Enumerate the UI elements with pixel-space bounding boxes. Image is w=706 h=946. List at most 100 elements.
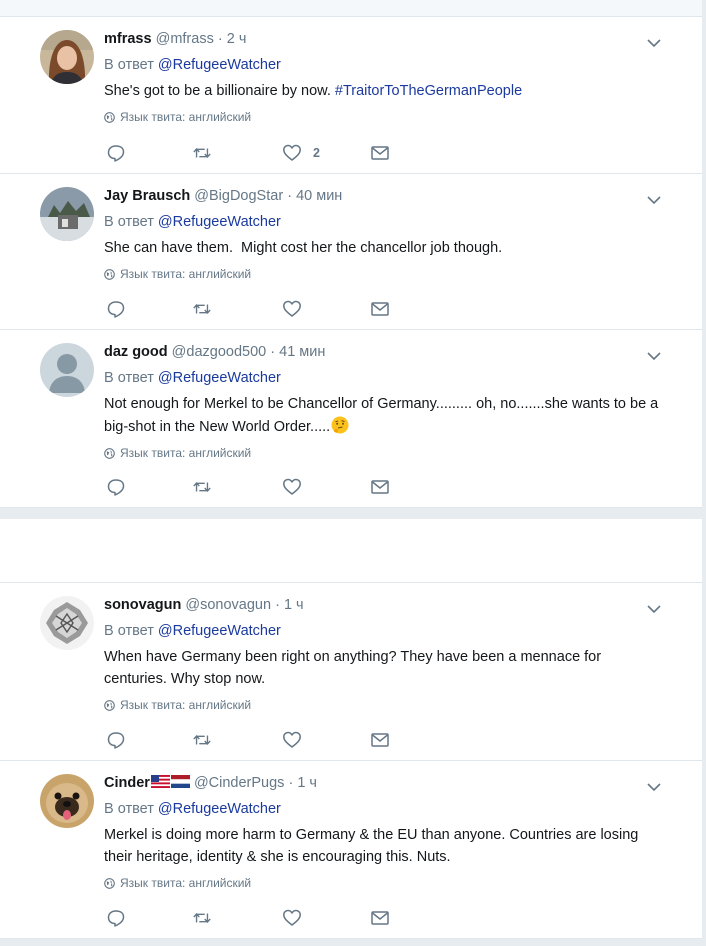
chevron-down-icon[interactable] [646,781,662,793]
envelope-icon [371,480,389,494]
reply-button[interactable] [106,477,126,497]
timestamp[interactable]: 1 ч [297,775,317,791]
globe-icon [104,877,115,889]
mention-link[interactable]: @RefugeeWatcher [158,623,281,639]
tweet-language: Язык твита: английский [104,875,662,891]
avatar[interactable] [40,343,94,397]
mention-link[interactable]: @RefugeeWatcher [158,370,281,386]
user-handle[interactable]: @dazgood500 [172,344,267,360]
reply-button[interactable] [106,730,126,750]
globe-icon [104,268,115,280]
envelope-icon [371,302,389,316]
tweet-daz-good[interactable]: daz good @dazgood500 · 41 мин В ответ @R… [0,330,702,508]
user-handle[interactable]: @BigDogStar [194,188,283,204]
mention-link[interactable]: @RefugeeWatcher [158,57,281,73]
reply-icon [107,910,125,927]
language-label: Язык твита: английский [120,446,252,460]
reply-prefix: В ответ [104,801,154,817]
hashtag-link[interactable]: #TraitorToTheGermanPeople [335,83,522,99]
tweet-text-line: centuries. Why stop now. [104,671,266,687]
tweet-sonovagun[interactable]: sonovagun @sonovagun · 1 ч В ответ @Refu… [0,583,702,761]
tweet-text: Merkel is doing more harm to Germany & t… [104,824,662,868]
retweet-button[interactable] [192,730,212,750]
tweet-actions [104,730,404,750]
tweet-text: She can have them. Might cost her the ch… [104,240,503,256]
tweet-language: Язык твита: английский [104,109,662,125]
reply-icon [107,145,125,162]
retweet-button[interactable] [192,908,212,928]
chevron-down-icon[interactable] [646,603,662,615]
reply-button[interactable] [106,908,126,928]
tweet-language: Язык твита: английский [104,266,662,282]
tweet-language: Язык твита: английский [104,697,662,713]
avatar[interactable] [40,596,94,650]
direct-message-button[interactable] [370,143,390,163]
retweet-button[interactable] [192,299,212,319]
direct-message-button[interactable] [370,299,390,319]
retweet-button[interactable] [192,143,212,163]
scrollbar-track[interactable] [702,0,706,946]
tweet-actions [104,477,404,497]
tweet-header: mfrass @mfrass · 2 ч [104,29,662,49]
separator-dot: · [275,597,280,613]
retweet-icon [193,735,211,745]
tweet-cinder[interactable]: Cinder @CinderPugs · 1 ч В ответ @Refuge… [0,761,702,939]
reply-context: В ответ @RefugeeWatcher [104,621,662,641]
direct-message-button[interactable] [370,908,390,928]
reply-icon [107,479,125,496]
retweet-icon [193,148,211,158]
chevron-down-icon[interactable] [646,350,662,362]
user-name[interactable]: mfrass [104,31,152,47]
user-name[interactable]: Jay Brausch [104,188,190,204]
retweet-icon [193,304,211,314]
direct-message-button[interactable] [370,730,390,750]
chevron-down-icon[interactable] [646,194,662,206]
tweet-mfrass[interactable]: mfrass @mfrass · 2 ч В ответ @RefugeeWat… [0,17,702,174]
like-button[interactable] [282,730,302,750]
user-name[interactable]: Cinder [104,775,150,791]
user-handle[interactable]: @sonovagun [185,597,271,613]
tweet-text-line: their heritage, identity & she is encour… [104,849,451,865]
avatar[interactable] [40,30,94,84]
timestamp[interactable]: 1 ч [284,597,304,613]
envelope-icon [371,733,389,747]
reply-button[interactable] [106,143,126,163]
direct-message-button[interactable] [370,477,390,497]
separator-dot: · [217,31,223,47]
timestamp[interactable]: 40 мин [296,188,342,204]
tweet-language: Язык твита: английский [104,445,662,461]
chevron-down-icon[interactable] [646,37,662,49]
avatar[interactable] [40,187,94,241]
reply-context: В ответ @RefugeeWatcher [104,799,662,819]
tweet-jay-brausch[interactable]: Jay Brausch @BigDogStar · 40 мин В ответ… [0,174,702,330]
user-name[interactable]: sonovagun [104,597,181,613]
retweet-button[interactable] [192,477,212,497]
reply-context: В ответ @RefugeeWatcher [104,368,662,388]
tweet-header: daz good @dazgood500 · 41 мин [104,342,662,362]
retweet-icon [193,913,211,923]
mention-link[interactable]: @RefugeeWatcher [158,801,281,817]
like-button[interactable]: 2 [282,143,320,163]
globe-icon [104,111,115,123]
timestamp[interactable]: 2 ч [227,31,247,47]
nl-flag-icon [170,775,190,788]
timestamp[interactable]: 41 мин [279,344,325,360]
reply-prefix: В ответ [104,370,154,386]
heart-icon [283,731,301,748]
avatar[interactable] [40,774,94,828]
tweet-actions [104,299,404,319]
user-handle[interactable]: @CinderPugs [194,775,284,791]
language-label: Язык твита: английский [120,267,252,281]
like-button[interactable] [282,299,302,319]
separator-dot: · [287,188,293,204]
like-button[interactable] [282,477,302,497]
conversation-gap [0,519,702,583]
language-label: Язык твита: английский [120,698,252,712]
user-handle[interactable]: @mfrass [156,31,214,47]
user-name[interactable]: daz good [104,344,168,360]
mention-link[interactable]: @RefugeeWatcher [158,214,281,230]
reply-button[interactable] [106,299,126,319]
tweet-header: Cinder @CinderPugs · 1 ч [104,773,662,793]
reply-icon [107,732,125,749]
like-button[interactable] [282,908,302,928]
